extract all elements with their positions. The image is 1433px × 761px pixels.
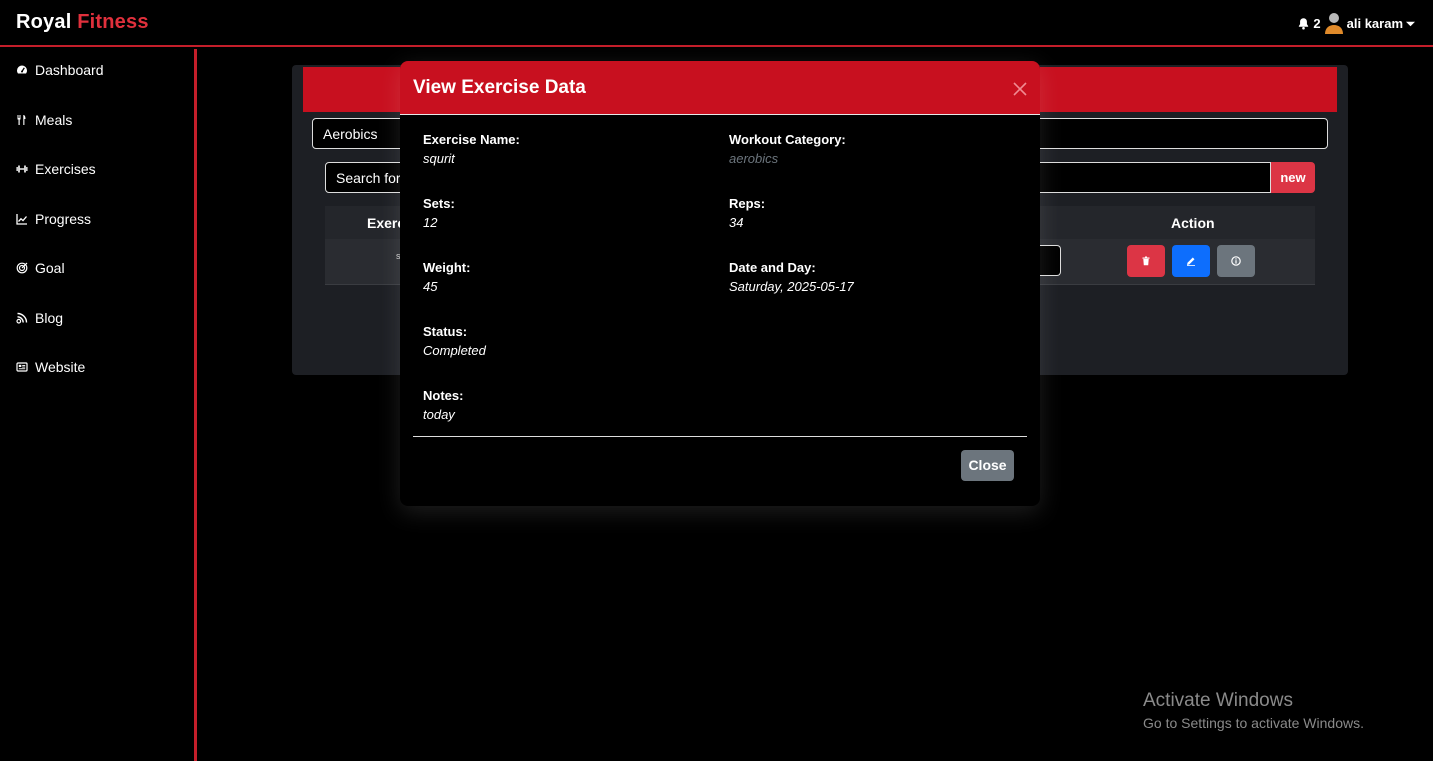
bell-icon[interactable] xyxy=(1297,17,1310,30)
exercise-name-label: Exercise Name: xyxy=(423,132,520,147)
workout-category-value: aerobics xyxy=(729,151,779,166)
view-exercise-modal: View Exercise Data Exercise Name: squrit… xyxy=(400,61,1040,506)
pencil-icon xyxy=(1187,257,1195,266)
info-button[interactable] xyxy=(1217,245,1255,277)
sidebar-item-label: Blog xyxy=(35,310,64,326)
modal-footer-divider xyxy=(413,436,1027,437)
user-name[interactable]: ali karam xyxy=(1347,16,1403,31)
sidebar-item-blog[interactable]: Blog xyxy=(16,310,63,326)
date-label: Date and Day: xyxy=(729,260,816,275)
sidebar-item-label: Progress xyxy=(35,211,92,227)
sidebar-item-label: Dashboard xyxy=(35,62,104,78)
activate-windows-subtitle: Go to Settings to activate Windows. xyxy=(1143,715,1364,731)
utensils-icon xyxy=(17,115,26,125)
sidebar-item-label: Goal xyxy=(35,260,65,276)
sets-label: Sets: xyxy=(423,196,455,211)
newspaper-icon xyxy=(16,362,28,372)
exercise-name-value: squrit xyxy=(423,151,455,166)
info-icon xyxy=(1231,256,1241,266)
modal-header: View Exercise Data xyxy=(400,61,1040,115)
new-button[interactable]: new xyxy=(1271,162,1315,193)
brand-logo[interactable]: Royal Fitness xyxy=(16,11,149,34)
brand-fitness: Fitness xyxy=(77,11,149,33)
gauge-icon xyxy=(17,65,27,74)
dumbbell-icon xyxy=(16,165,28,173)
blog-icon xyxy=(16,312,28,324)
chart-line-icon xyxy=(16,214,27,225)
sidebar-item-goal[interactable]: Goal xyxy=(16,260,65,276)
caret-down-icon[interactable] xyxy=(1406,19,1415,28)
sidebar-item-label: Exercises xyxy=(35,161,96,177)
delete-button[interactable] xyxy=(1127,245,1165,277)
avatar-icon[interactable] xyxy=(1324,12,1344,34)
activate-windows-title: Activate Windows xyxy=(1143,690,1293,711)
edit-button[interactable] xyxy=(1172,245,1210,277)
notification-count: 2 xyxy=(1313,15,1321,31)
column-header-action: Action xyxy=(1171,215,1215,231)
brand-royal: Royal xyxy=(16,11,72,33)
sidebar: Dashboard Meals Exercises Progress Goal xyxy=(0,49,197,761)
notes-value: today xyxy=(423,407,455,422)
trash-icon xyxy=(1142,256,1150,266)
reps-label: Reps: xyxy=(729,196,766,211)
workout-category-label: Workout Category: xyxy=(729,132,846,147)
sidebar-item-dashboard[interactable]: Dashboard xyxy=(16,62,104,78)
weight-label: Weight: xyxy=(423,260,471,275)
close-button[interactable]: Close xyxy=(961,450,1014,481)
user-menu[interactable]: 2 ali karam xyxy=(1297,12,1415,34)
sidebar-item-website[interactable]: Website xyxy=(16,359,85,375)
sidebar-item-label: Website xyxy=(35,359,86,375)
bullseye-icon xyxy=(16,262,28,274)
top-navbar: Royal Fitness 2 ali karam xyxy=(0,0,1433,47)
sets-value: 12 xyxy=(423,215,438,230)
modal-title: View Exercise Data xyxy=(413,77,586,98)
sidebar-item-label: Meals xyxy=(35,112,73,128)
sidebar-item-progress[interactable]: Progress xyxy=(16,211,91,227)
date-value: Saturday, 2025-05-17 xyxy=(729,279,854,294)
close-icon[interactable] xyxy=(1011,80,1029,98)
status-value: Completed xyxy=(423,343,486,358)
status-label: Status: xyxy=(423,324,468,339)
notes-label: Notes: xyxy=(423,388,464,403)
weight-value: 45 xyxy=(423,279,438,294)
sidebar-item-meals[interactable]: Meals xyxy=(16,112,72,128)
reps-value: 34 xyxy=(729,215,744,230)
sidebar-item-exercises[interactable]: Exercises xyxy=(16,161,96,177)
